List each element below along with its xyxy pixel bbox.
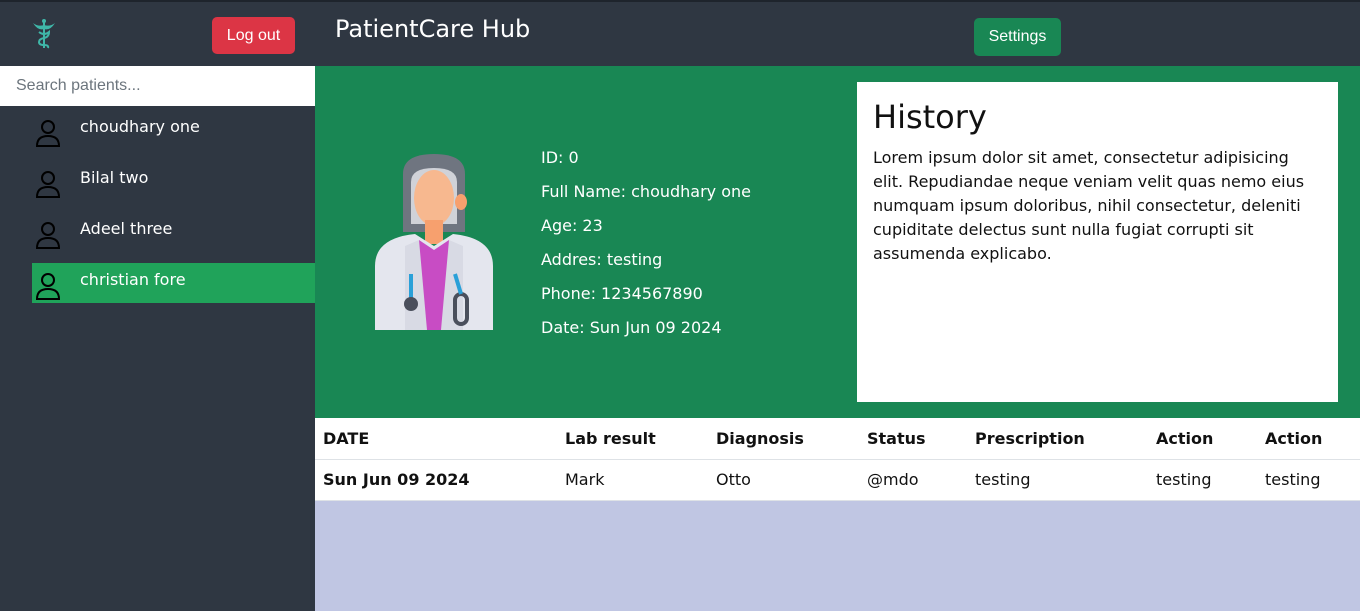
app-title: PatientCare Hub — [335, 15, 531, 43]
history-panel: History Lorem ipsum dolor sit amet, cons… — [857, 82, 1338, 402]
patient-item-christian-fore[interactable]: christian fore — [32, 263, 315, 303]
history-text: Lorem ipsum dolor sit amet, consectetur … — [873, 148, 1305, 263]
user-icon — [36, 222, 60, 249]
column-header-lab-result: Lab result — [557, 418, 708, 460]
column-header-diagnosis: Diagnosis — [708, 418, 859, 460]
patient-phone: Phone: 1234567890 — [541, 284, 703, 303]
cell-lab-result: Mark — [557, 459, 708, 501]
cell-action[interactable]: testing — [1257, 459, 1360, 501]
patient-name: christian fore — [80, 270, 186, 289]
table-header-row: DATE Lab result Diagnosis Status Prescri… — [315, 418, 1360, 460]
table-row: Sun Jun 09 2024 Mark Otto @mdo testing t… — [315, 459, 1360, 501]
main-content: ID: 0 Full Name: choudhary one Age: 23 A… — [315, 66, 1360, 611]
cell-action[interactable]: testing — [1148, 459, 1257, 501]
column-header-action: Action — [1148, 418, 1257, 460]
doctor-avatar-icon — [375, 154, 493, 330]
column-header-prescription: Prescription — [967, 418, 1148, 460]
history-title: History — [873, 98, 987, 136]
patient-name: Adeel three — [80, 219, 173, 238]
patient-item-adeel-three[interactable]: Adeel three — [32, 212, 315, 252]
patient-list: choudhary one Bilal two Adeel three chri… — [32, 110, 315, 314]
records-table: DATE Lab result Diagnosis Status Prescri… — [315, 418, 1360, 501]
cell-date: Sun Jun 09 2024 — [315, 459, 557, 501]
top-bar: Log out PatientCare Hub Settings — [0, 0, 1360, 66]
patient-name: Bilal two — [80, 168, 149, 187]
patient-name: choudhary one — [80, 117, 200, 136]
patient-date: Date: Sun Jun 09 2024 — [541, 318, 722, 337]
sidebar: choudhary one Bilal two Adeel three chri… — [0, 66, 315, 611]
patient-full-name: Full Name: choudhary one — [541, 182, 751, 201]
user-icon — [36, 171, 60, 198]
patient-profile: ID: 0 Full Name: choudhary one Age: 23 A… — [315, 66, 1360, 418]
user-icon — [36, 120, 60, 147]
patient-item-choudhary-one[interactable]: choudhary one — [32, 110, 315, 150]
cell-diagnosis: Otto — [708, 459, 859, 501]
cell-prescription: testing — [967, 459, 1148, 501]
patient-id: ID: 0 — [541, 148, 579, 167]
settings-button[interactable]: Settings — [974, 18, 1061, 56]
patient-details: ID: 0 Full Name: choudhary one Age: 23 A… — [541, 148, 751, 352]
column-header-status: Status — [859, 418, 967, 460]
cell-status: @mdo — [859, 459, 967, 501]
logout-button[interactable]: Log out — [212, 17, 295, 54]
patient-item-bilal-two[interactable]: Bilal two — [32, 161, 315, 201]
patient-address: Addres: testing — [541, 250, 663, 269]
column-header-date: DATE — [315, 418, 557, 460]
user-icon — [36, 273, 60, 300]
column-header-action: Action — [1257, 418, 1360, 460]
patient-age: Age: 23 — [541, 216, 603, 235]
search-input[interactable] — [0, 66, 315, 106]
caduceus-icon — [33, 19, 55, 49]
